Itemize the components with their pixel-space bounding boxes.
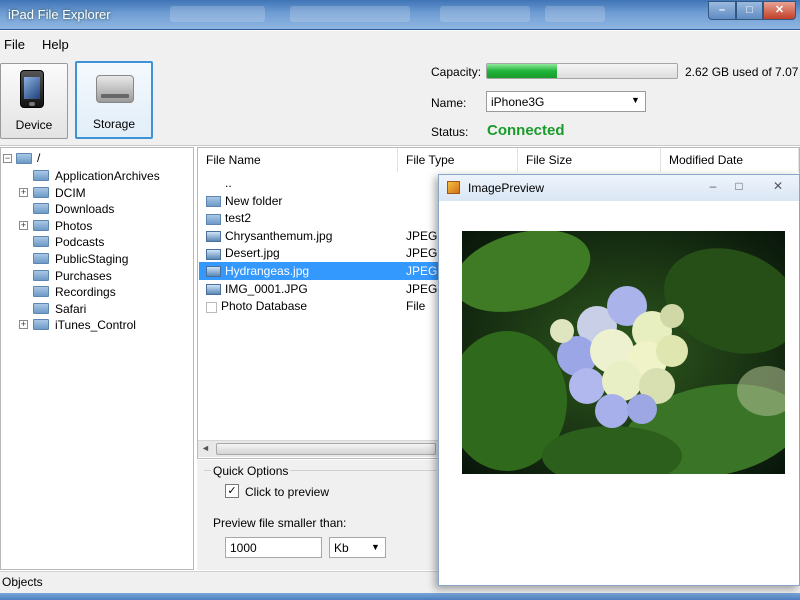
connection-status: Connected xyxy=(487,122,565,139)
preview-maximize-button[interactable]: □ xyxy=(727,179,751,195)
capacity-label: Capacity: xyxy=(431,65,482,79)
file-name: Chrysanthemum.jpg xyxy=(225,228,333,243)
tree-item-label: PublicStaging xyxy=(55,252,129,266)
taskbar-edge xyxy=(0,593,800,600)
folder-icon xyxy=(33,236,49,248)
scroll-left-icon[interactable]: ◄ xyxy=(201,443,210,453)
tree-item-label: Photos xyxy=(55,218,93,233)
tree-item-label: ApplicationArchives xyxy=(55,169,160,183)
close-button[interactable]: ✕ xyxy=(763,1,796,20)
chevron-down-icon: ▼ xyxy=(371,542,380,552)
threshold-input[interactable]: 1000 xyxy=(225,537,322,558)
expand-icon[interactable]: + xyxy=(19,187,28,197)
preview-title: ImagePreview xyxy=(468,181,545,195)
file-name: test2 xyxy=(225,211,252,226)
window-title: iPad File Explorer xyxy=(8,7,111,22)
file-name: IMG_0001.JPG xyxy=(225,281,308,296)
image-file-icon xyxy=(206,231,221,243)
scrollbar-thumb[interactable] xyxy=(216,443,436,455)
folder-icon xyxy=(33,269,49,281)
tree-root-label: / xyxy=(37,151,41,165)
background-window-ghost xyxy=(290,6,410,22)
menu-file[interactable]: File xyxy=(4,37,25,52)
tree-item-label: Podcasts xyxy=(55,235,105,250)
toolbar: Device Storage Capacity: 2.62 GB used of… xyxy=(0,59,800,146)
menu-help[interactable]: Help xyxy=(42,37,69,52)
device-name-select[interactable]: iPhone3G ▼ xyxy=(486,91,646,112)
tree-item-label: Purchases xyxy=(55,268,112,283)
folder-icon xyxy=(33,186,49,198)
preview-close-button[interactable]: ✕ xyxy=(765,179,791,195)
image-preview-window[interactable]: ImagePreview – □ ✕ xyxy=(438,174,800,586)
device-button[interactable]: Device xyxy=(0,63,68,139)
storage-button[interactable]: Storage xyxy=(75,61,153,139)
folder-icon xyxy=(33,302,49,314)
status-bar-text: Objects xyxy=(2,575,43,589)
folder-icon xyxy=(33,170,49,181)
file-name: Photo Database xyxy=(221,299,308,314)
collapse-icon[interactable]: − xyxy=(3,154,12,163)
preview-minimize-button[interactable]: – xyxy=(701,179,725,195)
capacity-progress-bar xyxy=(486,63,678,79)
storage-drive-icon xyxy=(96,75,134,103)
preview-checkbox-label: Click to preview xyxy=(245,485,330,499)
maximize-button[interactable]: □ xyxy=(736,1,763,20)
folder-icon xyxy=(206,213,221,225)
expand-icon[interactable]: + xyxy=(19,320,28,330)
background-window-ghost xyxy=(170,6,265,22)
background-window-ghost xyxy=(440,6,530,22)
name-label: Name: xyxy=(431,96,467,110)
folder-icon xyxy=(33,203,49,215)
image-file-icon xyxy=(206,283,221,295)
folder-icon xyxy=(16,153,32,164)
folder-tree[interactable]: − / ApplicationArchives + DCIM Downloads + Ph… xyxy=(0,147,194,570)
file-icon xyxy=(206,301,217,313)
tree-item-label: DCIM xyxy=(55,185,86,200)
folder-icon xyxy=(33,319,49,331)
storage-button-label: Storage xyxy=(92,117,136,131)
column-header-file-name[interactable]: File Name xyxy=(198,148,398,172)
folder-icon xyxy=(33,219,49,231)
preview-checkbox[interactable]: ✓ xyxy=(225,484,239,498)
file-name: .. xyxy=(225,176,232,190)
hydrangea-image xyxy=(462,231,785,474)
app-icon xyxy=(447,181,460,194)
file-type: File xyxy=(406,299,426,314)
quick-options-title: Quick Options xyxy=(211,464,291,478)
expand-icon[interactable]: + xyxy=(19,220,28,230)
capacity-progress-fill xyxy=(487,64,558,78)
iphone-icon xyxy=(20,70,44,108)
horizontal-scrollbar[interactable]: ◄ xyxy=(198,440,438,457)
chevron-down-icon: ▼ xyxy=(631,95,640,105)
tree-item-label: Downloads xyxy=(55,202,115,217)
status-label: Status: xyxy=(431,125,469,139)
column-header-file-size[interactable]: File Size xyxy=(518,148,661,172)
tree-item-label: Recordings xyxy=(55,285,116,300)
threshold-label: Preview file smaller than: xyxy=(213,516,347,530)
device-name-value: iPhone3G xyxy=(491,95,545,109)
menu-bar: File Help xyxy=(0,31,800,59)
device-button-label: Device xyxy=(15,118,53,132)
background-window-ghost xyxy=(545,6,605,22)
window-title-bar[interactable]: iPad File Explorer – □ ✕ xyxy=(0,0,800,30)
tree-item-label: Safari xyxy=(55,301,87,316)
file-name: Hydrangeas.jpg xyxy=(225,264,310,278)
folder-icon xyxy=(206,195,221,207)
image-file-icon xyxy=(206,248,221,260)
folder-icon xyxy=(33,286,49,298)
image-file-icon xyxy=(206,266,221,278)
column-header-file-type[interactable]: File Type xyxy=(398,148,518,172)
file-name: Desert.jpg xyxy=(225,246,280,261)
minimize-button[interactable]: – xyxy=(708,1,736,20)
preview-title-bar[interactable]: ImagePreview – □ ✕ xyxy=(439,175,799,201)
column-header-modified-date[interactable]: Modified Date xyxy=(661,148,799,172)
unit-select[interactable]: Kb ▼ xyxy=(329,537,386,558)
quick-options-panel: Quick Options ✓ Click to preview Preview… xyxy=(197,460,439,570)
tree-item-label: iTunes_Control xyxy=(55,318,136,333)
file-name: New folder xyxy=(225,193,283,208)
capacity-text: 2.62 GB used of 7.07 G xyxy=(685,65,800,79)
folder-icon xyxy=(33,253,49,264)
